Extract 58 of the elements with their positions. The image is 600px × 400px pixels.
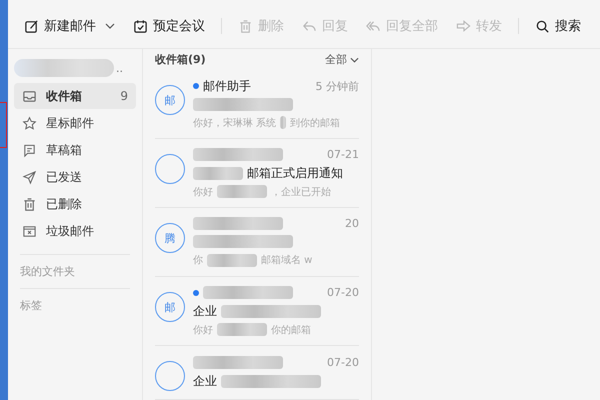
- mail-subject: 邮箱正式启用通知: [247, 164, 343, 182]
- avatar: 邮: [155, 85, 185, 115]
- avatar: 邮: [155, 292, 185, 322]
- blurred-text: [207, 254, 257, 267]
- folder-item[interactable]: 星标邮件: [14, 110, 136, 136]
- calendar-icon: [133, 18, 148, 34]
- list-title: 收件箱(9): [155, 52, 206, 67]
- mail-time: 5 分钟前: [316, 78, 359, 94]
- mail-item[interactable]: 07-20 企业: [155, 346, 359, 400]
- reply-icon: [302, 18, 317, 34]
- blurred-text: [217, 185, 267, 198]
- mail-subject: 企业: [193, 302, 217, 320]
- mail-preview: 你好: [193, 324, 213, 336]
- trash-icon: [22, 196, 37, 212]
- paper-plane-icon: [22, 170, 37, 184]
- avatar: [155, 361, 185, 391]
- mail-preview: 你好，宋琳琳 系统: [193, 116, 276, 130]
- mail-time: 07-20: [327, 356, 359, 368]
- inbox-icon: [22, 88, 37, 104]
- blurred-text: [217, 323, 267, 336]
- filter-dropdown[interactable]: 全部: [325, 52, 359, 67]
- reply-all-icon: [366, 18, 381, 34]
- toolbar-button[interactable]: 搜索: [535, 15, 581, 37]
- avatar: [155, 154, 185, 184]
- mail-subject: 企业: [193, 372, 217, 390]
- forward-icon: [456, 18, 471, 34]
- account-name: ..: [116, 62, 123, 74]
- toolbar-button[interactable]: 预定会议: [133, 15, 205, 37]
- note-icon: [22, 142, 37, 158]
- toolbar-button[interactable]: 新建邮件: [24, 15, 115, 37]
- mail-preview: 你好: [193, 186, 213, 198]
- mail-preview: 你的邮箱: [271, 324, 311, 336]
- compose-icon: [24, 18, 39, 34]
- mail-time: 07-20: [327, 286, 359, 299]
- spam-box-icon: [22, 224, 37, 238]
- mail-preview: 你: [193, 254, 203, 268]
- sender-name: 邮件助手: [203, 78, 251, 94]
- mail-time: 20: [345, 217, 359, 230]
- folder-item[interactable]: 已删除: [14, 191, 136, 217]
- avatar: 腾: [155, 223, 185, 253]
- mail-preview: ，企业已开始: [271, 186, 331, 198]
- search-icon: [535, 18, 550, 34]
- blurred-text: [280, 116, 286, 129]
- highlight-frame: [0, 102, 7, 148]
- caret-icon: [350, 56, 359, 62]
- mail-item[interactable]: 07-21 邮箱正式启用通知 你好 ，企业已开始: [155, 139, 359, 208]
- mail-preview: 邮箱域名 w: [261, 254, 312, 268]
- folder-item[interactable]: 垃圾邮件: [14, 218, 136, 244]
- folder-item[interactable]: 收件箱 9: [14, 83, 136, 109]
- star-icon: [22, 116, 37, 130]
- folder-item[interactable]: 草稿箱: [14, 137, 136, 163]
- mail-item[interactable]: 邮 邮件助手 5 分钟前 你好，宋琳琳 系统 到你的邮箱: [155, 70, 359, 139]
- blurred-text: [193, 166, 243, 180]
- mail-preview: 到你的邮箱: [290, 116, 340, 130]
- trash-icon: [238, 18, 253, 34]
- folder-item[interactable]: 已发送: [14, 164, 136, 190]
- mail-item[interactable]: 邮 07-20 企业 你好 你的邮箱: [155, 277, 359, 346]
- mail-time: 07-21: [327, 148, 359, 161]
